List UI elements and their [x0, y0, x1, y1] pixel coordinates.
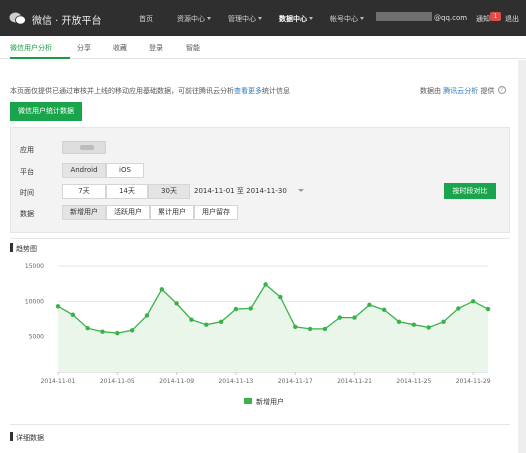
data-point[interactable]: [218, 319, 224, 325]
section-marker: [10, 432, 13, 441]
legend-label[interactable]: 新增用户: [256, 397, 284, 407]
data-point[interactable]: [485, 306, 491, 312]
data-point[interactable]: [307, 326, 313, 332]
data-point[interactable]: [248, 306, 253, 311]
data-point[interactable]: [144, 313, 150, 318]
data-point[interactable]: [456, 306, 461, 311]
x-tick-label: 2014-11-01: [41, 378, 76, 385]
data-point[interactable]: [233, 306, 239, 312]
y-tick-label: 10000: [25, 298, 44, 305]
x-tick-label: 2014-11-13: [218, 378, 253, 385]
trend-chart: 5000 10000 15000 2014-11-01 2014-11-05 2014-…: [25, 263, 491, 385]
data-point[interactable]: [278, 294, 283, 300]
data-point[interactable]: [470, 299, 476, 304]
data-point[interactable]: [100, 329, 105, 334]
detail-data-title: 详细数据: [16, 434, 44, 442]
data-point[interactable]: [204, 322, 209, 327]
data-point[interactable]: [55, 304, 61, 309]
data-point[interactable]: [115, 330, 120, 336]
x-tick-label: 2014-11-05: [100, 378, 135, 385]
data-point[interactable]: [263, 282, 268, 287]
data-point[interactable]: [174, 301, 179, 306]
data-point[interactable]: [70, 312, 76, 317]
data-point[interactable]: [382, 307, 387, 313]
data-point[interactable]: [189, 317, 194, 322]
data-point[interactable]: [411, 322, 417, 327]
data-point[interactable]: [426, 325, 431, 330]
x-tick-label: 2014-11-29: [456, 378, 491, 385]
x-tick-label: 2014-11-25: [396, 378, 431, 385]
y-tick-label: 5000: [29, 334, 44, 341]
data-point[interactable]: [337, 315, 342, 320]
legend-swatch[interactable]: [244, 398, 252, 404]
x-tick-label: 2014-11-21: [337, 378, 372, 385]
x-tick-label: 2014-11-09: [159, 378, 194, 385]
data-point[interactable]: [293, 324, 298, 329]
x-tick-label: 2014-11-17: [278, 378, 313, 385]
y-tick-label: 15000: [25, 263, 44, 270]
data-point[interactable]: [367, 302, 372, 308]
data-point[interactable]: [352, 315, 357, 320]
data-point[interactable]: [441, 319, 446, 325]
data-point[interactable]: [322, 326, 328, 332]
data-point[interactable]: [129, 328, 135, 333]
data-point[interactable]: [85, 325, 90, 331]
series-area: [58, 284, 488, 372]
divider: [10, 424, 510, 425]
data-point[interactable]: [159, 287, 164, 292]
data-point[interactable]: [396, 319, 402, 325]
